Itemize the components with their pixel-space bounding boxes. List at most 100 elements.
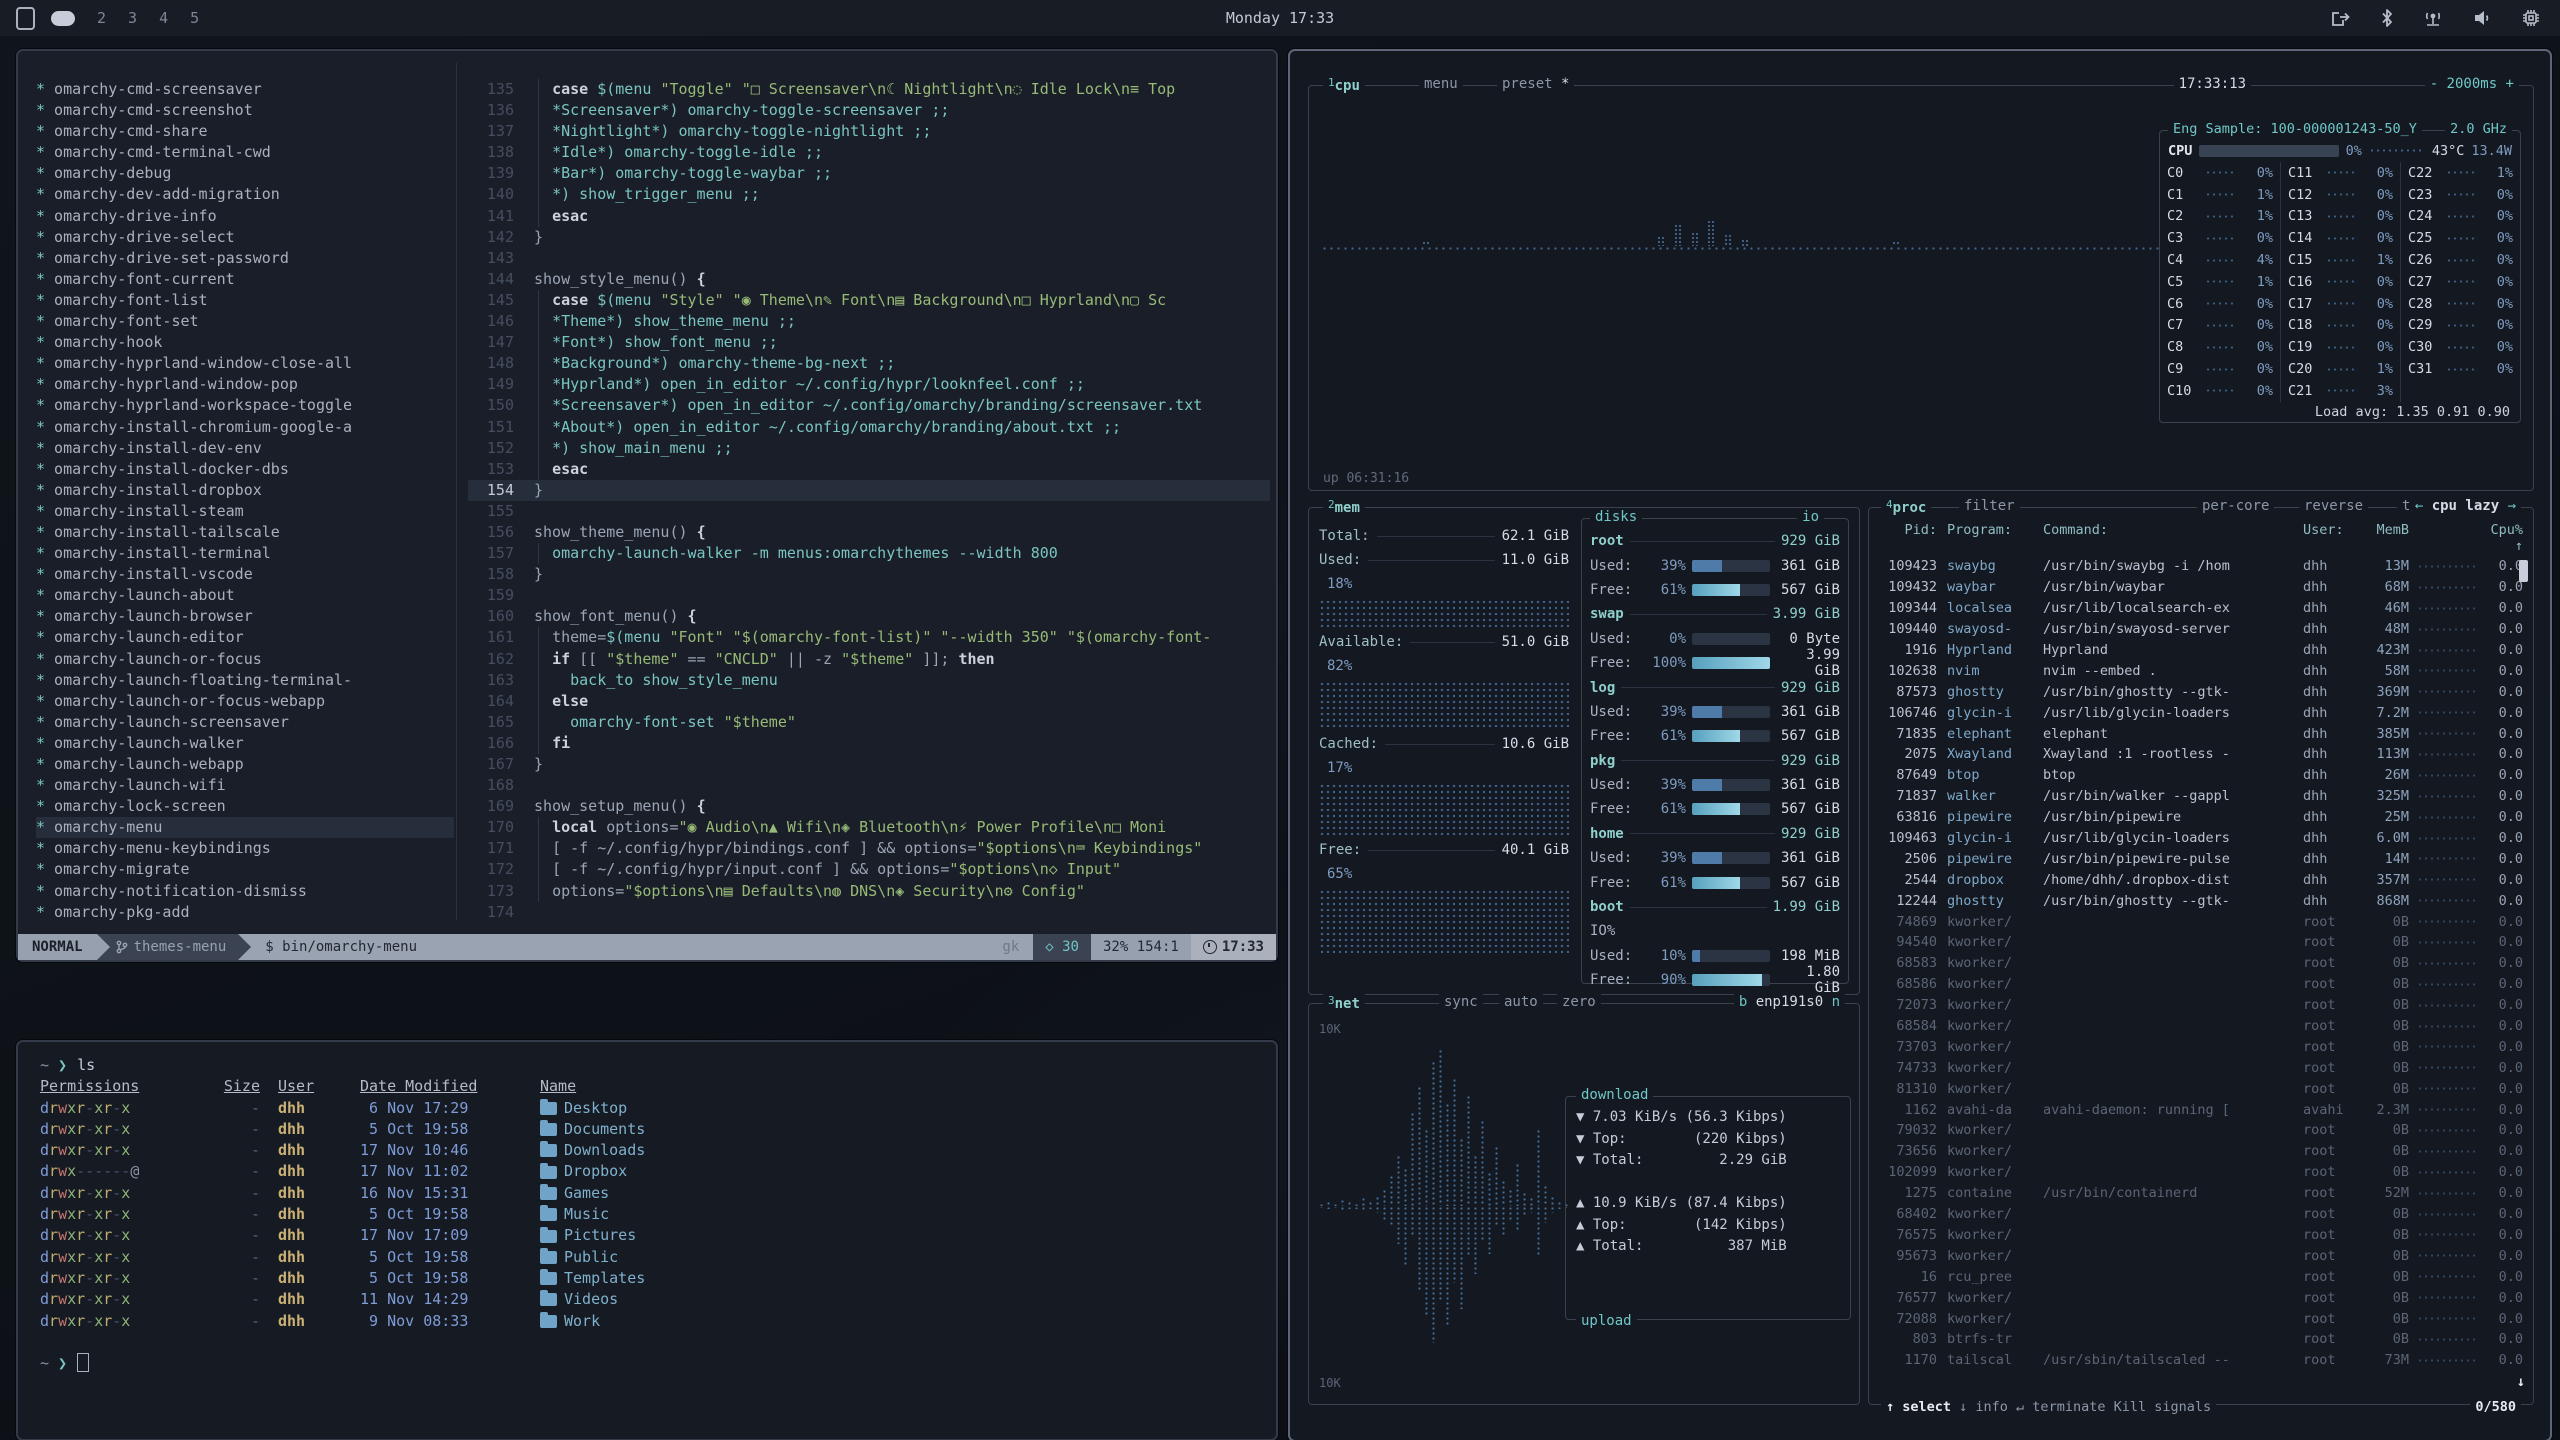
file-list-item[interactable]: * omarchy-lock-screen: [36, 796, 454, 817]
file-list-item[interactable]: * omarchy-migrate: [36, 859, 454, 880]
process-row[interactable]: 73656kworker/root0B0.0: [1879, 1141, 2523, 1162]
process-row[interactable]: 102638nvimnvim --embed .dhh58M0.0: [1879, 660, 2523, 681]
process-row[interactable]: 1170tailscal/usr/sbin/tailscaled --root7…: [1879, 1350, 2523, 1371]
process-row[interactable]: 68586kworker/root0B0.0: [1879, 974, 2523, 995]
code-pane[interactable]: 135 case $(menu "Toggle" "□ Screensaver\…: [468, 79, 1270, 923]
workspace-4[interactable]: 4: [159, 9, 168, 27]
file-list-item[interactable]: * omarchy-cmd-terminal-cwd: [36, 142, 454, 163]
screen-share-icon[interactable]: [2331, 9, 2351, 27]
process-row[interactable]: 109463glycin-i/usr/lib/glycin-loadersdhh…: [1879, 828, 2523, 849]
file-list-item[interactable]: * omarchy-notification-dismiss: [36, 881, 454, 902]
file-list-item[interactable]: * omarchy-cmd-screenshot: [36, 100, 454, 121]
net-zero-button[interactable]: zero: [1557, 994, 1601, 1010]
process-row[interactable]: 68402kworker/root0B0.0: [1879, 1204, 2523, 1225]
select-key[interactable]: ↑ select: [1886, 1399, 1951, 1415]
workspace-active[interactable]: [51, 11, 75, 26]
proc-scrollbar[interactable]: [2519, 560, 2528, 582]
file-list-item[interactable]: * omarchy-install-chromium-google-a: [36, 417, 454, 438]
file-list-item[interactable]: * omarchy-font-current: [36, 269, 454, 290]
file-list-item[interactable]: * omarchy-install-vscode: [36, 564, 454, 585]
file-list-item[interactable]: * omarchy-hyprland-window-pop: [36, 374, 454, 395]
file-list-item[interactable]: * omarchy-font-set: [36, 311, 454, 332]
nvim-window[interactable]: * omarchy-cmd-screensaver* omarchy-cmd-s…: [16, 49, 1278, 962]
reverse-button[interactable]: reverse: [2299, 498, 2368, 514]
file-list-item[interactable]: * omarchy-launch-webapp: [36, 754, 454, 775]
file-list-item[interactable]: * omarchy-launch-floating-terminal-: [36, 670, 454, 691]
preset-button[interactable]: preset *: [1497, 76, 1574, 92]
volume-icon[interactable]: [2473, 9, 2492, 27]
file-list-item[interactable]: * omarchy-launch-wifi: [36, 775, 454, 796]
cpu-panel-title[interactable]: 1cpu: [1323, 76, 1365, 94]
process-row[interactable]: 109344localsea/usr/lib/localsearch-exdhh…: [1879, 598, 2523, 619]
update-interval[interactable]: - 2000ms +: [2425, 76, 2519, 92]
process-row[interactable]: 16rcu_preeroot0B0.0: [1879, 1266, 2523, 1287]
process-row[interactable]: 73703kworker/root0B0.0: [1879, 1036, 2523, 1057]
process-row[interactable]: 74869kworker/root0B0.0: [1879, 911, 2523, 932]
file-list-item[interactable]: * omarchy-pkg-add: [36, 902, 454, 923]
process-row[interactable]: 2544dropbox/home/dhh/.dropbox-distdhh357…: [1879, 869, 2523, 890]
process-row[interactable]: 1162avahi-daavahi-daemon: running [avahi…: [1879, 1099, 2523, 1120]
process-row[interactable]: 72073kworker/root0B0.0: [1879, 995, 2523, 1016]
per-core-button[interactable]: per-core: [2197, 498, 2274, 514]
process-row[interactable]: 102099kworker/root0B0.0: [1879, 1162, 2523, 1183]
process-row[interactable]: 94540kworker/root0B0.0: [1879, 932, 2523, 953]
menu-button[interactable]: menu: [1419, 76, 1463, 92]
process-row[interactable]: 72088kworker/root0B0.0: [1879, 1308, 2523, 1329]
file-list-item[interactable]: * omarchy-drive-set-password: [36, 248, 454, 269]
file-list-item[interactable]: * omarchy-hyprland-window-close-all: [36, 353, 454, 374]
net-panel-title[interactable]: 3net: [1323, 994, 1365, 1012]
file-list-item[interactable]: * omarchy-launch-editor: [36, 627, 454, 648]
process-row[interactable]: 63816pipewire/usr/bin/pipewiredhh25M0.0: [1879, 807, 2523, 828]
file-list-item[interactable]: * omarchy-font-list: [36, 290, 454, 311]
process-row[interactable]: 87649btopbtopdhh26M0.0: [1879, 765, 2523, 786]
file-list-item[interactable]: * omarchy-dev-add-migration: [36, 184, 454, 205]
process-row[interactable]: 87573ghostty/usr/bin/ghostty --gtk-dhh36…: [1879, 681, 2523, 702]
file-list-item[interactable]: * omarchy-drive-info: [36, 206, 454, 227]
file-list-item[interactable]: * omarchy-install-steam: [36, 501, 454, 522]
process-row[interactable]: 71835elephantelephantdhh385M0.0: [1879, 723, 2523, 744]
file-list-item[interactable]: * omarchy-drive-select: [36, 227, 454, 248]
process-row[interactable]: 68584kworker/root0B0.0: [1879, 1016, 2523, 1037]
file-list-item[interactable]: * omarchy-launch-walker: [36, 733, 454, 754]
file-list-item[interactable]: * omarchy-launch-screensaver: [36, 712, 454, 733]
network-icon[interactable]: [2423, 9, 2443, 27]
workspace-2[interactable]: 2: [97, 9, 106, 27]
process-row[interactable]: 81310kworker/root0B0.0: [1879, 1078, 2523, 1099]
btop-window[interactable]: 1cpu menu preset * 17:33:13 - 2000ms + u…: [1288, 49, 2552, 1440]
scroll-down-indicator[interactable]: ↓: [2517, 1374, 2525, 1390]
process-row[interactable]: 76575kworker/root0B0.0: [1879, 1225, 2523, 1246]
process-row[interactable]: 76577kworker/root0B0.0: [1879, 1287, 2523, 1308]
bluetooth-icon[interactable]: [2381, 9, 2393, 27]
process-row[interactable]: 1916HyprlandHyprlanddhh423M0.0: [1879, 640, 2523, 661]
workspace-3[interactable]: 3: [128, 9, 137, 27]
process-row[interactable]: 79032kworker/root0B0.0: [1879, 1120, 2523, 1141]
file-list-item[interactable]: * omarchy-install-dropbox: [36, 480, 454, 501]
net-auto-button[interactable]: auto: [1499, 994, 1543, 1010]
file-list-item[interactable]: * omarchy-cmd-screensaver: [36, 79, 454, 100]
footer-keys[interactable]: ↓ info ↵ terminate Kill signals: [1951, 1399, 2211, 1415]
process-row[interactable]: 109440swayosd-/usr/bin/swayosd-serverdhh…: [1879, 619, 2523, 640]
file-list-item[interactable]: * omarchy-hyprland-workspace-toggle: [36, 395, 454, 416]
process-row[interactable]: 2075XwaylandXwayland :1 -rootless -dhh11…: [1879, 744, 2523, 765]
process-row[interactable]: 2506pipewire/usr/bin/pipewire-pulsedhh14…: [1879, 848, 2523, 869]
process-row[interactable]: 803btrfs-trroot0B0.0: [1879, 1329, 2523, 1350]
file-list-item[interactable]: * omarchy-install-terminal: [36, 543, 454, 564]
process-list[interactable]: 109423swaybg/usr/bin/swaybg -i /homdhh13…: [1869, 556, 2533, 1371]
file-list-item[interactable]: * omarchy-install-docker-dbs: [36, 459, 454, 480]
process-row[interactable]: 74733kworker/root0B0.0: [1879, 1057, 2523, 1078]
net-interface[interactable]: b enp191s0 n: [1734, 994, 1845, 1010]
io-toggle[interactable]: io: [1797, 509, 1824, 525]
workspace-5[interactable]: 5: [190, 9, 199, 27]
process-row[interactable]: 1275containe/usr/bin/containerdroot52M0.…: [1879, 1183, 2523, 1204]
omarchy-logo-icon[interactable]: [16, 7, 35, 30]
filter-button[interactable]: filter: [1959, 498, 2020, 514]
terminal-window[interactable]: ~ ❯ ls PermissionsSizeUserDate ModifiedN…: [16, 1040, 1278, 1440]
prompt-line-empty[interactable]: ~ ❯: [40, 1353, 1254, 1374]
process-row[interactable]: 12244ghostty/usr/bin/ghostty --gtk-dhh86…: [1879, 890, 2523, 911]
file-list-item[interactable]: * omarchy-launch-about: [36, 585, 454, 606]
process-row[interactable]: 106746glycin-i/usr/lib/glycin-loadersdhh…: [1879, 702, 2523, 723]
file-list-item[interactable]: * omarchy-launch-or-focus: [36, 649, 454, 670]
file-list-item[interactable]: * omarchy-hook: [36, 332, 454, 353]
file-list-item[interactable]: * omarchy-install-tailscale: [36, 522, 454, 543]
file-list-item[interactable]: * omarchy-launch-browser: [36, 606, 454, 627]
